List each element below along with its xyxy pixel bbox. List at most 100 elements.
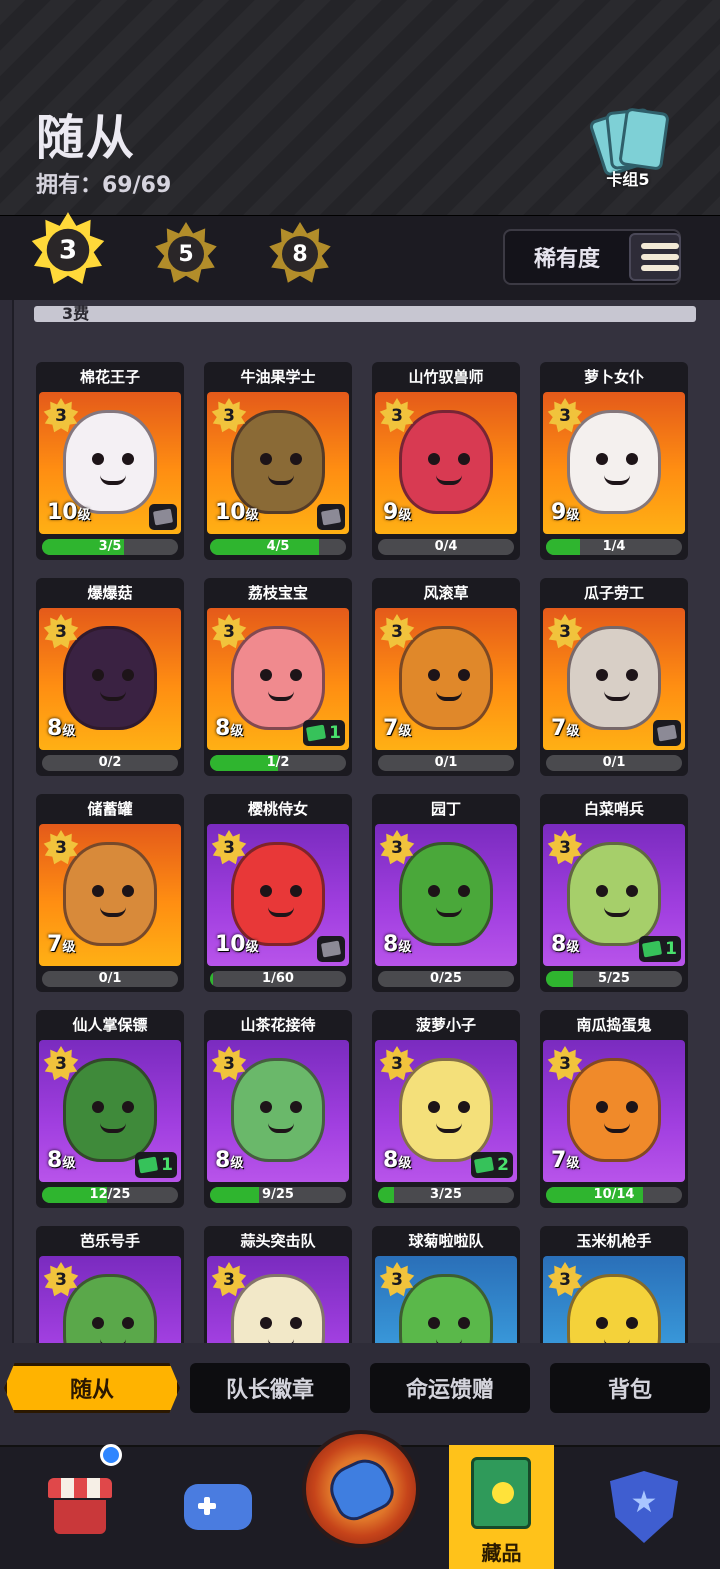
progress-text: 10/14 xyxy=(593,1187,635,1202)
progress-bar: 3/5 xyxy=(42,539,178,555)
progress-text: 0/1 xyxy=(602,755,626,770)
minion-card[interactable]: 菠萝小子 3 8级 2 3/25 xyxy=(372,1010,520,1208)
card-icon xyxy=(138,1156,159,1174)
minion-name: 菠萝小子 xyxy=(415,1016,476,1034)
minion-card[interactable]: 芭乐号手 3 xyxy=(36,1226,184,1343)
nav-guild[interactable] xyxy=(594,1445,694,1569)
progress-bar: 5/25 xyxy=(546,971,682,987)
rarity-sort[interactable]: 稀有度 xyxy=(503,229,681,285)
minion-card[interactable]: 荔枝宝宝 3 8级 1 1/2 xyxy=(204,578,352,776)
minion-name: 芭乐号手 xyxy=(79,1232,140,1250)
minion-name: 山竹驭兽师 xyxy=(408,368,484,386)
progress-bar: 4/5 xyxy=(210,539,346,555)
minion-name: 萝卜女仆 xyxy=(583,368,644,386)
owned-count: 拥有：69/69 xyxy=(36,173,172,198)
nav-battle[interactable] xyxy=(302,1430,420,1548)
minion-name: 蒜头突击队 xyxy=(240,1232,316,1250)
progress-bar: 3/25 xyxy=(378,1187,514,1203)
cost-section-divider: 3费 xyxy=(34,304,696,323)
minion-card[interactable]: 储蓄罐 3 7级 0/1 xyxy=(36,794,184,992)
minion-level: 10级 xyxy=(215,500,259,525)
minion-name: 白菜哨兵 xyxy=(583,800,644,818)
minion-portrait: 3 9级 xyxy=(543,392,685,534)
progress-text: 0/25 xyxy=(430,971,462,986)
minion-card[interactable]: 瓜子劳工 3 7级 0/1 xyxy=(540,578,688,776)
minion-card[interactable]: 风滚草 3 7级 0/1 xyxy=(372,578,520,776)
cost-section-label: 3费 xyxy=(62,304,90,323)
minion-level: 8级 xyxy=(551,932,580,957)
minion-card[interactable]: 园丁 3 8级 0/25 xyxy=(372,794,520,992)
minion-level: 7级 xyxy=(383,716,412,741)
minion-portrait: 3 7级 xyxy=(39,824,181,966)
minion-level: 7级 xyxy=(551,716,580,741)
tab-backpack[interactable]: 背包 xyxy=(550,1363,710,1413)
card-icon xyxy=(656,724,678,742)
minion-cost: 3 xyxy=(391,406,403,426)
minion-card[interactable]: 白菜哨兵 3 8级 1 5/25 xyxy=(540,794,688,992)
tab-captain-badge[interactable]: 队长徽章 xyxy=(190,1363,350,1413)
minion-name: 瓜子劳工 xyxy=(583,584,644,602)
minion-portrait: 3 8级 2 xyxy=(375,1040,517,1182)
progress-bar: 0/25 xyxy=(378,971,514,987)
list-icon[interactable] xyxy=(629,233,681,281)
minion-card[interactable]: 樱桃侍女 3 10级 1/60 xyxy=(204,794,352,992)
minion-cost: 3 xyxy=(559,406,571,426)
minion-level: 10级 xyxy=(47,500,91,525)
minion-card[interactable]: 蒜头突击队 3 xyxy=(204,1226,352,1343)
tab-fate-gift[interactable]: 命运馈赠 xyxy=(370,1363,530,1413)
minion-cost: 3 xyxy=(559,838,571,858)
card-icon xyxy=(152,508,174,526)
minion-cost: 3 xyxy=(223,622,235,642)
minion-cost: 3 xyxy=(223,406,235,426)
deck-button[interactable]: 卡组5 xyxy=(580,100,676,192)
minion-cost: 3 xyxy=(559,622,571,642)
card-grid[interactable]: 3费 棉花王子 3 10级 3/5 牛油果学士 3 10级 4/5 山竹驭兽师 3 9级 0/4 萝卜女… xyxy=(12,300,720,1343)
minion-name: 南瓜捣蛋鬼 xyxy=(576,1016,652,1034)
tab-minions[interactable]: 随从 xyxy=(4,1363,180,1413)
minion-cost: 3 xyxy=(223,838,235,858)
minion-level: 8级 xyxy=(383,1148,412,1173)
upgrade-count: 1 xyxy=(329,723,341,743)
cost-filter-3[interactable]: 3 xyxy=(30,212,106,288)
minion-level: 10级 xyxy=(215,932,259,957)
minion-card[interactable]: 爆爆菇 3 8级 0/2 xyxy=(36,578,184,776)
minion-name: 风滚草 xyxy=(423,584,469,602)
minion-level: 7级 xyxy=(551,1148,580,1173)
minion-card[interactable]: 牛油果学士 3 10级 4/5 xyxy=(204,362,352,560)
cost-filter-5[interactable]: 5 xyxy=(154,222,218,286)
minion-cost: 3 xyxy=(223,1270,235,1290)
minion-card[interactable]: 山竹驭兽师 3 9级 0/4 xyxy=(372,362,520,560)
minion-name: 玉米机枪手 xyxy=(576,1232,652,1250)
minion-card[interactable]: 棉花王子 3 10级 3/5 xyxy=(36,362,184,560)
minion-card[interactable]: 球菊啦啦队 3 xyxy=(372,1226,520,1343)
minion-card[interactable]: 南瓜捣蛋鬼 3 7级 10/14 xyxy=(540,1010,688,1208)
minion-portrait: 3 8级 1 xyxy=(39,1040,181,1182)
minion-level: 8级 xyxy=(215,1148,244,1173)
nav-games[interactable] xyxy=(168,1445,268,1569)
minion-card[interactable]: 仙人掌保镖 3 8级 1 12/25 xyxy=(36,1010,184,1208)
gamepad-icon xyxy=(184,1484,252,1530)
page-title: 随从 xyxy=(36,110,137,166)
minion-name: 球菊啦啦队 xyxy=(408,1232,484,1250)
minion-portrait: 3 7级 xyxy=(543,1040,685,1182)
cost-filter-8[interactable]: 8 xyxy=(268,222,332,286)
progress-text: 0/1 xyxy=(98,971,122,986)
minion-card[interactable]: 萝卜女仆 3 9级 1/4 xyxy=(540,362,688,560)
minion-cost: 3 xyxy=(55,838,67,858)
upgrade-count: 1 xyxy=(665,939,677,959)
minion-cost: 3 xyxy=(55,1270,67,1290)
minion-portrait: 3 xyxy=(207,1256,349,1343)
minion-card[interactable]: 山茶花接待 3 8级 9/25 xyxy=(204,1010,352,1208)
nav-collection[interactable]: 藏品 xyxy=(449,1445,554,1569)
upgrade-count: 1 xyxy=(161,1155,173,1175)
minion-portrait: 3 10级 xyxy=(207,392,349,534)
progress-bar: 0/1 xyxy=(546,755,682,771)
minion-portrait: 3 xyxy=(39,1256,181,1343)
minion-card[interactable]: 玉米机枪手 3 xyxy=(540,1226,688,1343)
progress-text: 0/1 xyxy=(434,755,458,770)
card-stack-icon xyxy=(653,720,681,746)
minion-name: 山茶花接待 xyxy=(240,1016,316,1034)
minion-portrait: 3 7级 xyxy=(543,608,685,750)
minion-portrait: 3 xyxy=(543,1256,685,1343)
card-stack-icon xyxy=(317,504,345,530)
